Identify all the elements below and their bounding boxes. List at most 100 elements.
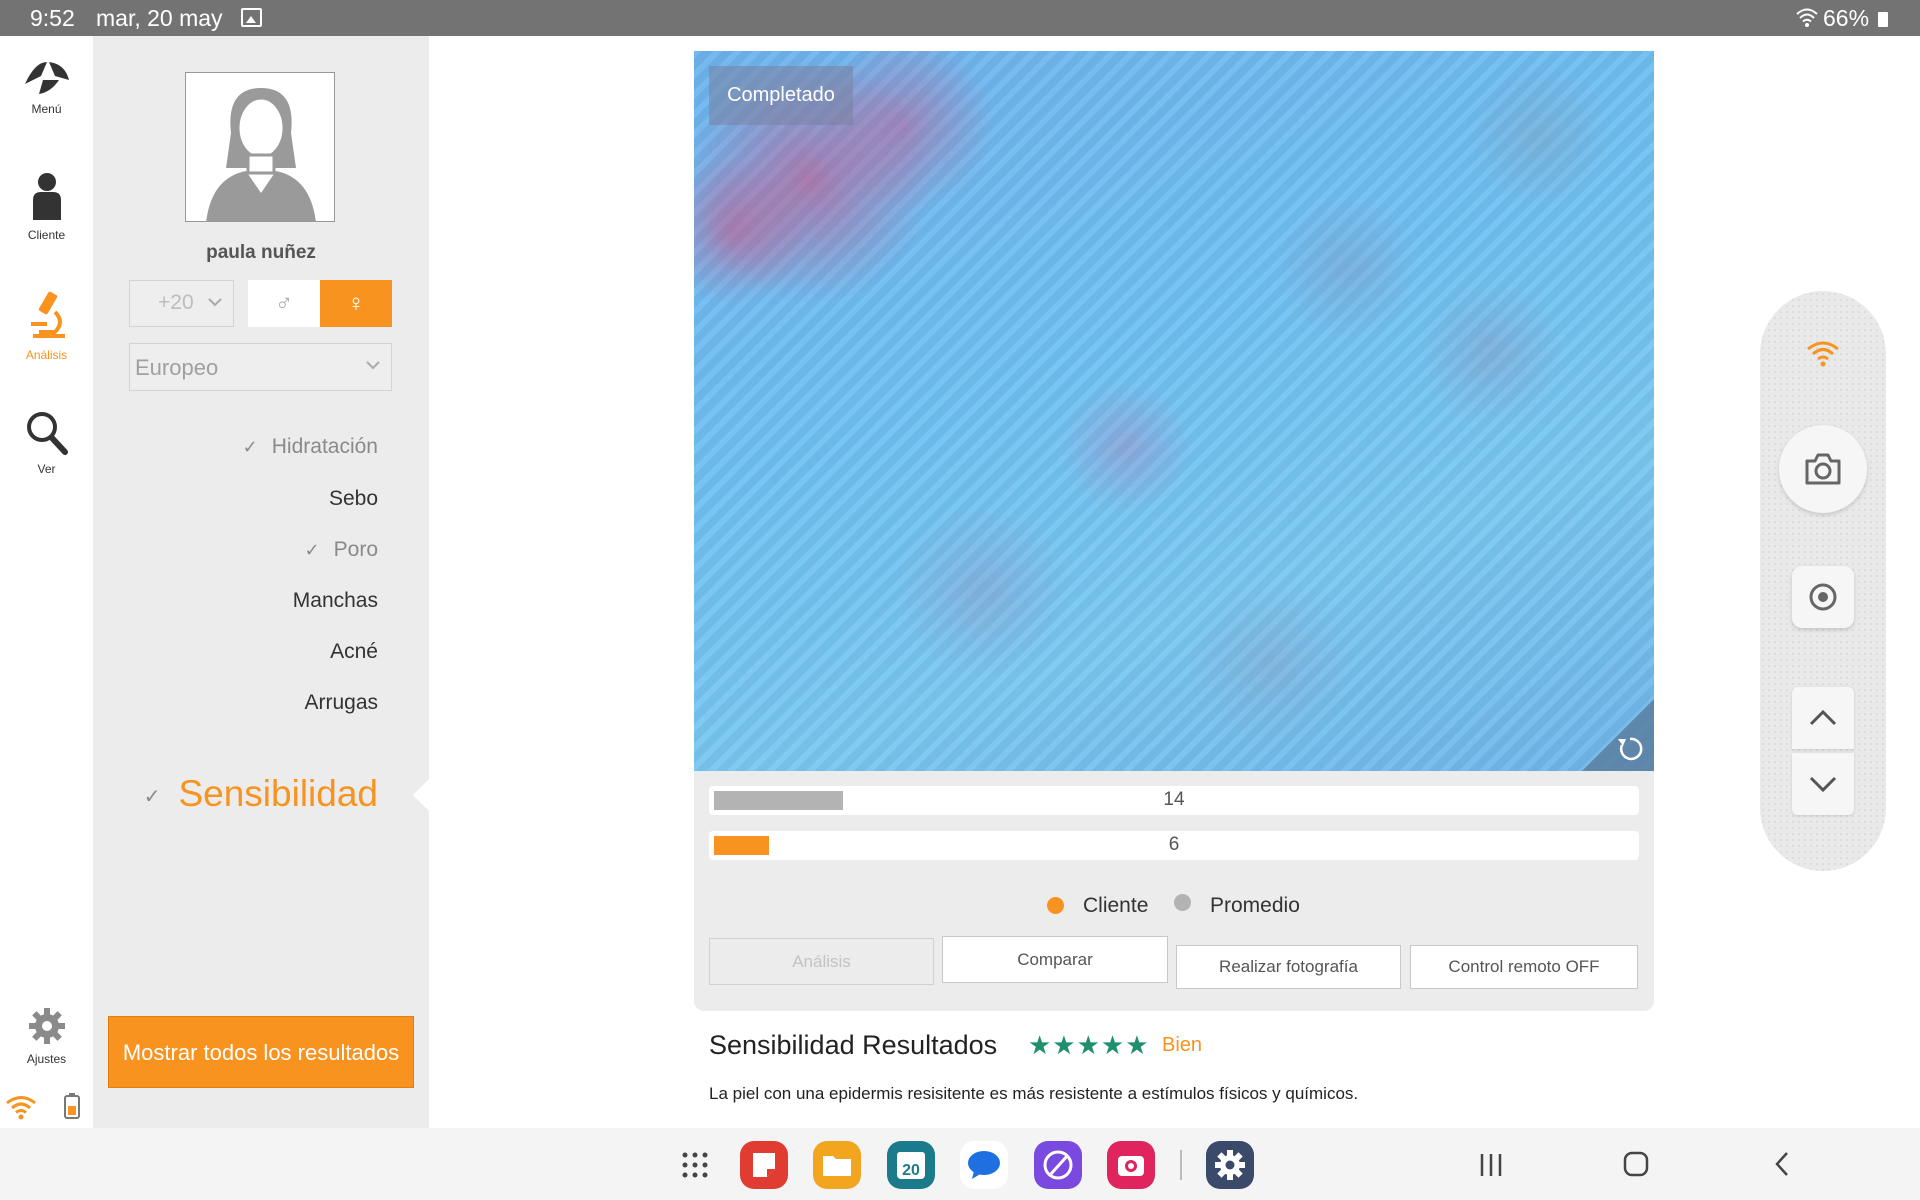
down-button[interactable] [1792,753,1854,815]
device-wifi-icon [6,1096,36,1120]
metric-label: Arrugas [304,691,378,714]
age-value: +20 [158,291,194,314]
metric-label: Hidratación [271,435,378,458]
skin-image: Completado [694,51,1654,771]
chevron-up-icon [1809,709,1837,726]
date: mar, 20 may [96,5,223,31]
calendar-day: 20 [902,1162,920,1179]
rail-label-menu: Menú [31,102,62,116]
settings-app-icon[interactable] [1206,1141,1254,1189]
metric-pore[interactable]: ✓ Poro [305,538,378,562]
remote-control [1760,291,1886,871]
gear-icon [28,1008,65,1044]
logo-icon [24,62,69,94]
client-bar-value: 14 [1163,789,1185,810]
results-description: La piel con una epidermis resisitente es… [709,1084,1359,1103]
notes-app-icon[interactable] [740,1141,788,1189]
status-bar: 9:52 mar, 20 may 66% [0,0,1920,36]
internet-app-icon[interactable] [1034,1141,1082,1189]
rail-item-menu[interactable]: Menú [0,58,93,116]
microscope-icon [30,291,65,338]
rating-text: Bien [1162,1034,1203,1056]
show-all-results-button[interactable]: Mostrar todos los resultados [108,1016,414,1088]
ethnicity-value: Europeo [135,355,219,380]
refresh-icon[interactable] [1582,699,1654,771]
camera-icon [1805,453,1841,485]
back-icon[interactable] [1772,1150,1792,1178]
record-icon [1809,583,1837,611]
take-photo-button[interactable]: Realizar fotografía [1176,945,1401,989]
gender-male-button[interactable]: ♂ [248,280,320,327]
client-name: paula nuñez [206,242,316,263]
image-notification-icon [241,8,262,27]
metric-spots[interactable]: Manchas [293,589,378,613]
legend-dot-average [1174,894,1191,911]
metric-sebum[interactable]: Sebo [329,487,378,511]
metric-label: Acné [330,640,378,663]
metric-label: Poro [333,538,378,561]
rail-label-client: Cliente [27,228,66,242]
nav-rail: Menú Cliente Análisis Ver Ajustes [0,36,93,1128]
metric-sensitivity[interactable]: ✓ Sensibilidad [144,773,378,815]
average-bar: 6 [709,831,1639,860]
record-button[interactable] [1792,566,1854,628]
app-drawer-icon[interactable] [680,1150,710,1180]
rail-item-analysis[interactable]: Análisis [0,290,93,362]
metric-hydration[interactable]: ✓ Hidratación [243,435,378,459]
check-icon: ✓ [143,785,161,808]
person-icon [32,173,61,220]
rail-label-settings: Ajustes [26,1052,67,1066]
status-label: Completado [709,66,853,125]
wifi-icon [1807,341,1839,367]
calendar-app-icon[interactable]: 20 [887,1141,935,1189]
wifi-icon [1796,8,1818,27]
analysis-card: Completado 14 6 Análisis Comparar Realiz… [694,51,1654,1011]
device-battery-icon [64,1093,80,1119]
search-icon [26,412,68,455]
remote-control-button[interactable]: Control remoto OFF [1410,945,1638,989]
camera-app-icon[interactable] [1107,1141,1155,1189]
clock: 9:52 [30,5,75,31]
recent-apps-icon[interactable] [1478,1152,1504,1178]
metric-label: Sensibilidad [178,773,378,814]
check-icon: ✓ [304,540,320,560]
chevron-down-icon [1809,776,1837,793]
chevron-down-icon [208,298,222,307]
gender-female-button[interactable]: ♀ [320,280,392,327]
results-title: Sensibilidad Resultados [709,1030,998,1060]
home-icon[interactable] [1622,1150,1650,1178]
battery-percent: 66% [1823,5,1870,31]
metric-wrinkles[interactable]: Arrugas [304,691,378,715]
average-bar-value: 6 [1168,834,1180,855]
messages-app-icon[interactable] [960,1141,1008,1189]
rail-item-view[interactable]: Ver [0,410,93,476]
chevron-down-icon [366,361,380,370]
legend-dot-client [1047,897,1064,914]
check-icon: ✓ [242,437,258,457]
compare-button[interactable]: Comparar [942,936,1168,983]
analysis-button[interactable]: Análisis [709,938,934,985]
camera-button[interactable] [1779,425,1867,513]
selection-pointer [413,779,429,811]
files-app-icon[interactable] [813,1141,861,1189]
battery-icon [1878,12,1888,27]
up-button[interactable] [1792,687,1854,749]
dock-divider [1180,1150,1182,1180]
navigation-bar: 20 [0,1128,1920,1200]
rail-label-view: Ver [37,462,56,476]
client-bar: 14 [709,786,1639,815]
rail-label-analysis: Análisis [25,348,68,362]
avatar[interactable] [185,72,335,222]
metric-label: Sebo [328,487,378,510]
ethnicity-select[interactable]: Europeo [129,343,392,391]
metric-label: Manchas [292,589,378,612]
legend-average: Promedio [1210,894,1300,917]
legend-client: Cliente [1083,894,1149,917]
rail-item-client[interactable]: Cliente [0,172,93,242]
client-panel: paula nuñez +20 ♂ ♀ Europeo ✓ Hidratación… [93,36,429,1128]
rating-stars: ★★★★★ [1028,1030,1150,1060]
metric-acne[interactable]: Acné [330,640,378,664]
age-select[interactable]: +20 [129,280,234,327]
avatar-placeholder-icon [206,88,316,221]
rail-item-settings[interactable]: Ajustes [0,1006,93,1066]
